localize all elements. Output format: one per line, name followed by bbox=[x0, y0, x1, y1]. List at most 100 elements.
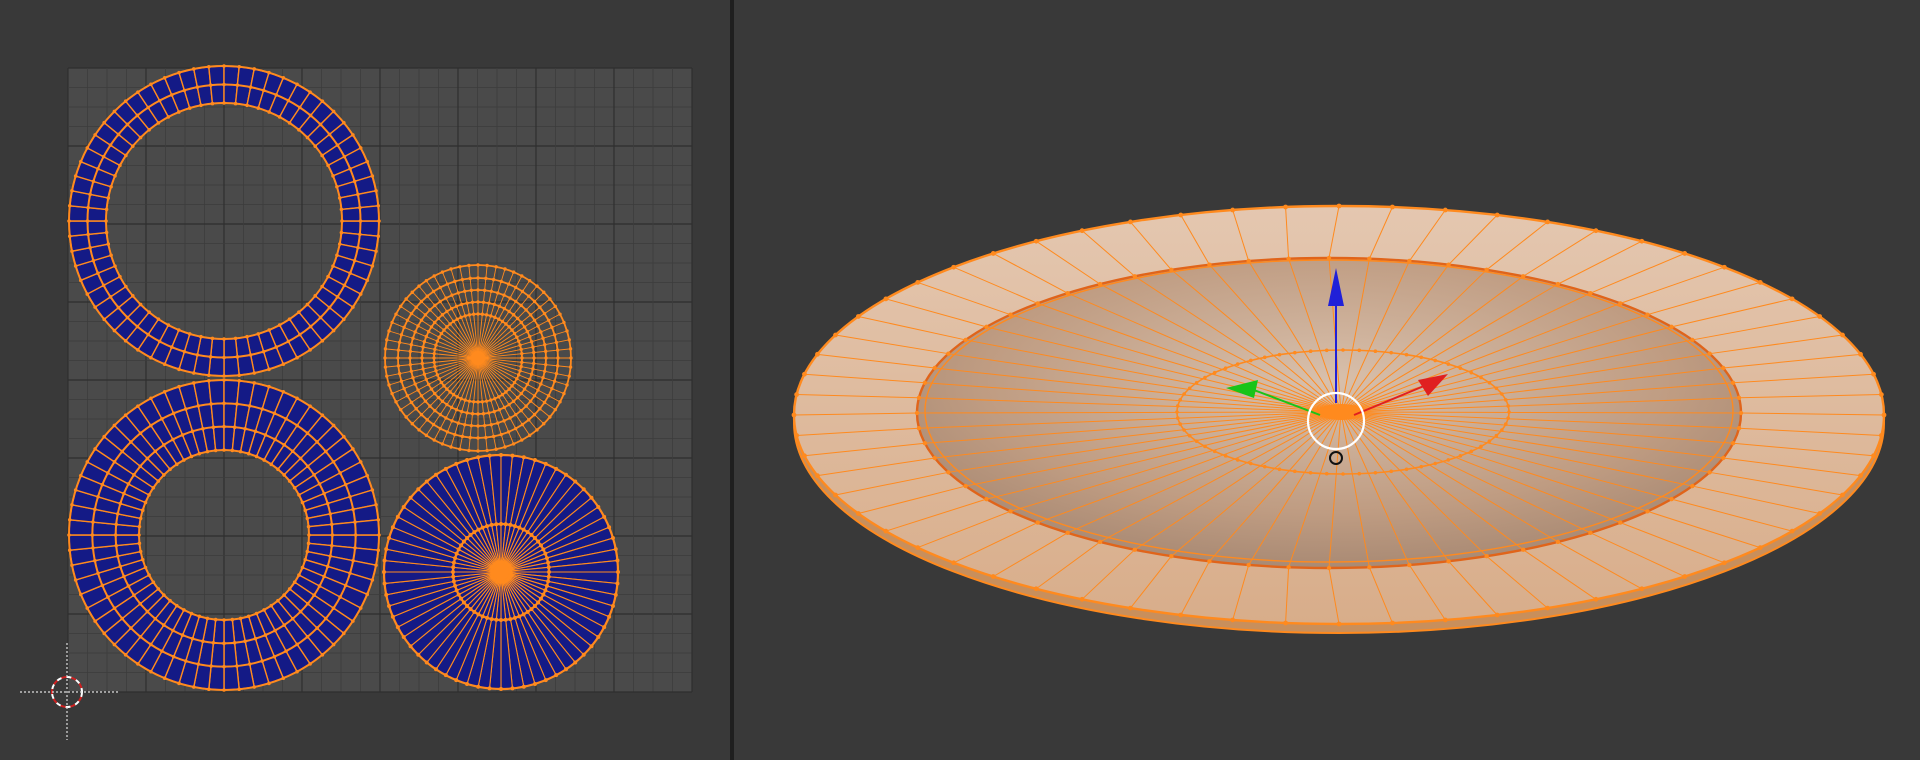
uv-vertex bbox=[166, 115, 171, 119]
uv-vertex bbox=[308, 324, 313, 329]
uv-vertex bbox=[343, 482, 348, 487]
uv-vertex bbox=[543, 588, 548, 593]
uv-vertex bbox=[123, 99, 128, 103]
uv-vertex bbox=[191, 371, 196, 375]
uv-vertex bbox=[325, 564, 330, 569]
uv-vertex bbox=[190, 429, 195, 434]
uv-vertex bbox=[390, 614, 395, 619]
plate-vertex bbox=[1178, 422, 1182, 426]
uv-vertex bbox=[114, 522, 118, 527]
uv-island-center-top[interactable] bbox=[383, 263, 573, 453]
uv-vertex bbox=[256, 332, 261, 336]
uv-vertex bbox=[104, 207, 109, 212]
uv-vertex bbox=[541, 547, 546, 552]
uv-vertex bbox=[237, 378, 241, 383]
plate-vertex bbox=[1682, 251, 1688, 256]
uv-vertex bbox=[73, 264, 78, 268]
uv-vertex bbox=[476, 455, 481, 460]
uv-vertex bbox=[337, 242, 342, 246]
uv-vertex bbox=[73, 488, 78, 492]
uv-vertex bbox=[298, 456, 303, 461]
uv-vertex bbox=[529, 607, 534, 612]
uv-vertex bbox=[525, 530, 530, 535]
uv-vertex bbox=[277, 115, 282, 119]
uv-vertex bbox=[342, 120, 346, 125]
uv-vertex bbox=[440, 270, 445, 274]
uv-vertex bbox=[238, 449, 243, 454]
uv-vertex bbox=[370, 264, 375, 268]
uv-vertex bbox=[91, 179, 96, 184]
uv-vertex bbox=[162, 362, 167, 367]
plate-vertex bbox=[1817, 511, 1823, 516]
uv-vertex bbox=[122, 574, 126, 579]
uv-vertex bbox=[93, 507, 97, 512]
uv-vertex bbox=[596, 504, 601, 509]
plate-vertex bbox=[1235, 458, 1240, 462]
uv-vertex bbox=[295, 396, 299, 401]
uv-vertex bbox=[162, 593, 166, 597]
uv-vertex bbox=[365, 473, 370, 478]
uv-vertex bbox=[156, 587, 161, 591]
uv-vertex bbox=[331, 264, 335, 268]
uv-vertex bbox=[191, 67, 196, 71]
uv-vertex bbox=[125, 315, 130, 320]
uv-vertex bbox=[351, 447, 355, 451]
uv-vertex bbox=[171, 437, 175, 442]
plate-vertex bbox=[1212, 449, 1217, 454]
uv-vertex bbox=[543, 678, 548, 683]
uv-canvas[interactable] bbox=[0, 0, 730, 760]
viewport-canvas[interactable] bbox=[734, 0, 1920, 760]
uv-vertex bbox=[232, 425, 237, 429]
plate-vertex bbox=[963, 483, 968, 489]
plate-vertex bbox=[1545, 219, 1550, 225]
plate-vertex bbox=[1079, 596, 1085, 602]
uv-vertex bbox=[353, 546, 357, 550]
uv-vertex bbox=[297, 127, 301, 132]
uv-vertex bbox=[390, 320, 394, 325]
plate-vertex bbox=[1235, 362, 1240, 366]
plate-vertex bbox=[1390, 620, 1395, 626]
uv-vertex bbox=[222, 337, 226, 341]
uv-vertex bbox=[96, 571, 100, 576]
plate-mesh[interactable] bbox=[791, 203, 1887, 634]
uv-vertex bbox=[123, 413, 128, 417]
uv-vertex bbox=[335, 295, 340, 299]
uv-vertex bbox=[118, 163, 122, 168]
uv-vertex bbox=[168, 467, 172, 472]
uv-vertex bbox=[132, 473, 136, 477]
uv-island-center-bottom[interactable] bbox=[382, 453, 620, 691]
uv-editor[interactable] bbox=[0, 0, 730, 760]
uv-vertex bbox=[222, 424, 226, 429]
uv-vertex bbox=[282, 443, 286, 447]
uv-vertex bbox=[222, 448, 226, 452]
plate-vertex bbox=[1789, 296, 1795, 302]
plate-vertex bbox=[1521, 547, 1526, 552]
viewport-3d[interactable] bbox=[734, 0, 1920, 760]
uv-vertex bbox=[96, 166, 100, 171]
uv-vertex bbox=[532, 603, 537, 608]
uv-vertex bbox=[331, 423, 336, 428]
uv-vertex bbox=[183, 407, 188, 411]
uv-vertex bbox=[305, 516, 310, 521]
uv-vertex bbox=[115, 512, 120, 516]
uv-vertex bbox=[245, 334, 249, 339]
plate-vertex bbox=[1223, 366, 1228, 370]
uv-vertex bbox=[547, 570, 551, 574]
uv-vertex bbox=[284, 649, 288, 653]
uv-vertex bbox=[177, 681, 181, 686]
uv-vertex bbox=[90, 533, 95, 537]
plate-vertex bbox=[1645, 509, 1650, 514]
uv-vertex bbox=[387, 603, 392, 608]
uv-vertex bbox=[253, 429, 258, 434]
uv-vertex bbox=[70, 249, 74, 254]
uv-vertex bbox=[93, 305, 97, 309]
uv-vertex bbox=[335, 184, 339, 189]
plate-vertex bbox=[915, 545, 921, 550]
uv-vertex bbox=[183, 659, 188, 663]
uv-vertex bbox=[138, 601, 143, 606]
uv-vertex bbox=[589, 495, 594, 500]
uv-vertex bbox=[149, 423, 153, 428]
uv-vertex bbox=[118, 274, 122, 279]
uv-vertex bbox=[472, 609, 477, 614]
plate-vertex bbox=[1065, 290, 1070, 296]
